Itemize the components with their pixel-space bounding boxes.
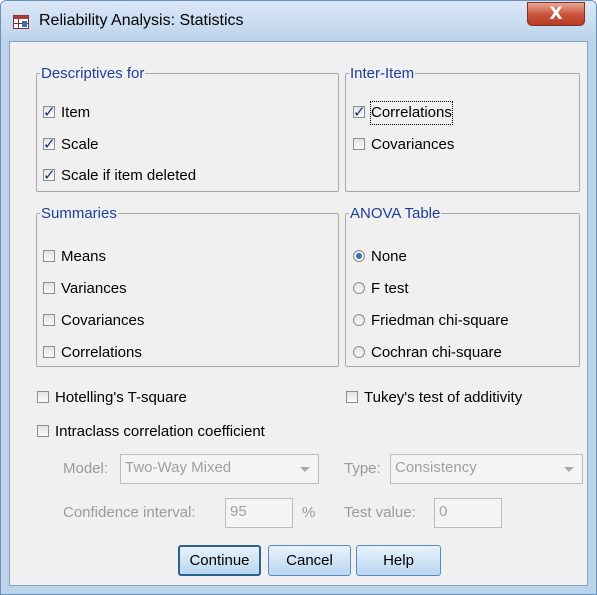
model-select[interactable]: Two-Way Mixed: [120, 454, 319, 484]
tukey-label: Tukey's test of additivity: [364, 389, 523, 406]
chevron-down-icon: [300, 467, 310, 472]
intraclass-label: Intraclass correlation coefficient: [55, 423, 265, 440]
inter-covariances-checkbox[interactable]: [353, 138, 365, 150]
inter-correlations-label: Correlations: [370, 101, 453, 125]
means-label: Means: [61, 248, 107, 265]
inter-covariances-label: Covariances: [371, 136, 455, 153]
type-select[interactable]: Consistency: [390, 454, 583, 484]
summary-correlations-label: Correlations: [61, 344, 142, 361]
scale-if-deleted-label: Scale if item deleted: [61, 167, 197, 184]
cochran-label: Cochran chi-square: [371, 344, 502, 361]
anova-legend: ANOVA Table: [350, 205, 441, 222]
type-value: Consistency: [395, 459, 477, 476]
test-value-label: Test value:: [344, 504, 416, 521]
scale-label: Scale: [61, 136, 99, 153]
cancel-button[interactable]: Cancel: [268, 545, 351, 576]
radio-dot-icon: [356, 253, 362, 259]
window-title: Reliability Analysis: Statistics: [39, 12, 244, 29]
friedman-radio[interactable]: [353, 314, 365, 326]
none-label: None: [371, 248, 407, 265]
inter-correlations-checkbox[interactable]: ✓: [353, 103, 366, 121]
summary-correlations-checkbox[interactable]: [43, 346, 55, 358]
confidence-interval-value: 95: [230, 503, 247, 520]
summary-covariances-checkbox[interactable]: [43, 314, 55, 326]
model-value: Two-Way Mixed: [125, 459, 232, 476]
item-checkbox[interactable]: ✓: [43, 103, 56, 121]
continue-button[interactable]: Continue: [178, 545, 261, 576]
cochran-radio[interactable]: [353, 346, 365, 358]
none-radio[interactable]: [353, 250, 365, 262]
f-test-radio[interactable]: [353, 282, 365, 294]
hotelling-checkbox[interactable]: [37, 391, 49, 403]
descriptives-legend: Descriptives for: [41, 65, 145, 82]
means-checkbox[interactable]: [43, 250, 55, 262]
summary-covariances-label: Covariances: [61, 312, 145, 329]
help-button[interactable]: Help: [356, 545, 441, 576]
variances-label: Variances: [61, 280, 127, 297]
spss-table-icon: [13, 15, 29, 29]
test-value-value: 0: [439, 503, 448, 520]
inter-item-group: Inter-Item: [345, 65, 580, 192]
title-bar[interactable]: Reliability Analysis: Statistics X: [1, 1, 596, 41]
checkmark-icon: ✓: [353, 103, 366, 121]
item-label: Item: [61, 104, 91, 121]
model-label: Model:: [63, 460, 109, 477]
intraclass-checkbox[interactable]: [37, 425, 49, 437]
confidence-interval-input[interactable]: 95: [225, 498, 293, 528]
f-test-label: F test: [371, 280, 409, 297]
friedman-label: Friedman chi-square: [371, 312, 509, 329]
checkmark-icon: ✓: [43, 135, 56, 153]
percent-unit: %: [302, 504, 316, 521]
checkmark-icon: ✓: [43, 166, 56, 184]
confidence-interval-label: Confidence interval:: [63, 504, 196, 521]
chevron-down-icon: [564, 467, 574, 472]
type-label: Type:: [344, 460, 381, 477]
close-icon: X: [549, 4, 563, 24]
dialog-window: Reliability Analysis: Statistics X Descr…: [0, 0, 597, 595]
variances-checkbox[interactable]: [43, 282, 55, 294]
close-button[interactable]: X: [527, 2, 585, 26]
tukey-checkbox[interactable]: [346, 391, 358, 403]
checkmark-icon: ✓: [43, 103, 56, 121]
scale-checkbox[interactable]: ✓: [43, 135, 56, 153]
summaries-legend: Summaries: [41, 205, 117, 222]
inter-item-legend: Inter-Item: [350, 65, 415, 82]
scale-if-deleted-checkbox[interactable]: ✓: [43, 166, 56, 184]
test-value-input[interactable]: 0: [434, 498, 502, 528]
hotelling-label: Hotelling's T-square: [55, 389, 187, 406]
dialog-body: Descriptives for ✓ Item ✓ Scale ✓ Scale …: [9, 41, 588, 586]
